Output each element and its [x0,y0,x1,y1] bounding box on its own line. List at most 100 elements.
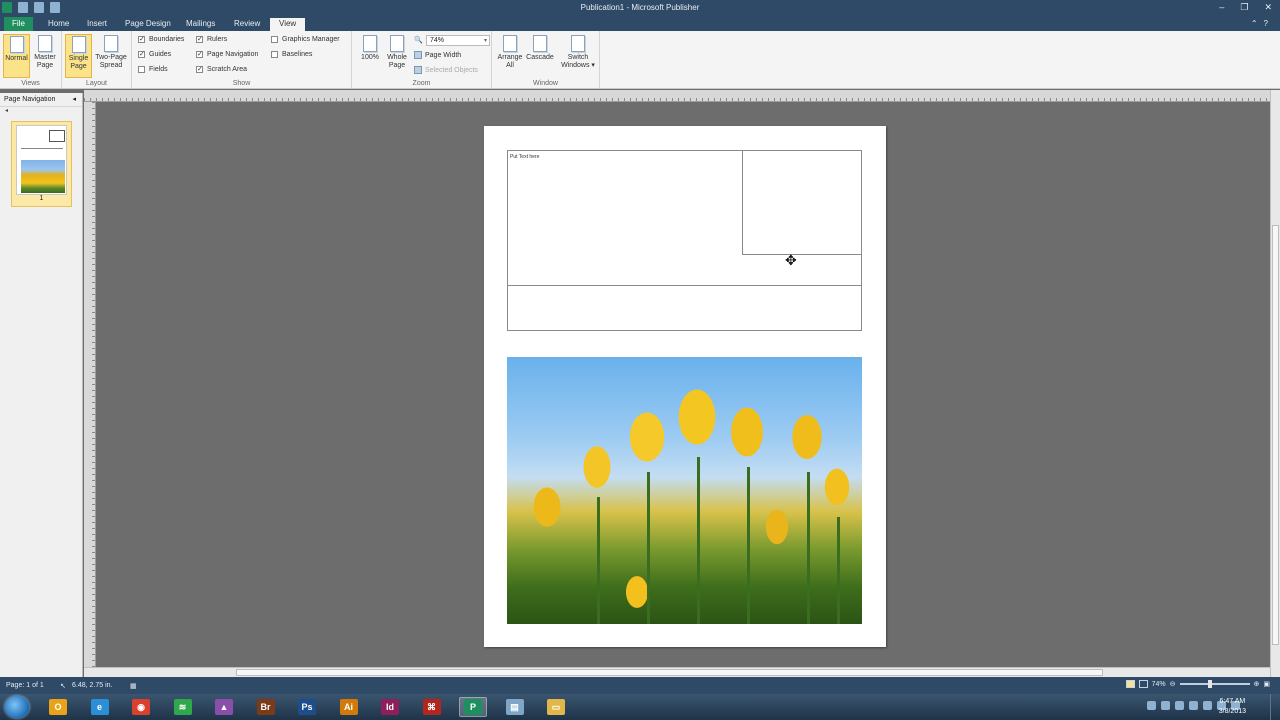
two-page-spread-button[interactable]: Two-Page Spread [93,34,129,70]
taskbar-app-photoshop[interactable]: Ps [293,697,321,717]
publication-page[interactable]: Put Text here [484,126,886,647]
whole-page-button[interactable]: Whole Page [383,34,411,70]
middle-text-box[interactable] [507,285,862,331]
single-page-icon [71,36,86,53]
taskbar-app-illustrator[interactable]: Ai [335,697,363,717]
taskbar-app-acrobat[interactable]: ⌘ [418,697,446,717]
restore-button[interactable]: ❐ [1240,2,1248,13]
spotify-icon: ≋ [173,699,192,715]
move-cursor-icon: ✥ [785,252,797,268]
taskbar: Oe ◉ ≋ ▲ Br Ps Ai Id ⌘ P ▤ ▭ 6:47 AM 3/8/2013 [0,694,1280,720]
switch-windows-button[interactable]: Switch Windows ▾ [560,34,596,70]
page-navigation-checkbox[interactable]: ✓ Page Navigation [196,51,258,58]
notepad-icon: ▤ [505,699,524,715]
tulip-photo[interactable] [507,357,862,624]
single-page-button[interactable]: Single Page [65,34,92,78]
tab-view[interactable]: View [270,18,306,31]
tray-icon[interactable] [1203,701,1212,710]
taskbar-app-bridge[interactable]: Br [252,697,280,717]
ribbon: Normal Master Page Views Single Page Two… [0,31,1280,89]
tab-insert[interactable]: Insert [81,18,113,31]
normal-view-button[interactable]: Normal [3,34,30,78]
page-status[interactable]: Page: 1 of 1 [6,682,44,689]
zoom-out-icon[interactable]: ⊖ [1170,680,1176,688]
close-button[interactable]: ✕ [1264,2,1272,13]
zoom-in-icon[interactable]: ⊕ [1254,680,1260,688]
zoom-100-button[interactable]: 100% [356,34,384,62]
photos-icon: ▲ [215,699,233,715]
graphics-manager-checkbox[interactable]: Graphics Manager [271,36,340,43]
tray-icon[interactable] [1147,701,1156,710]
fields-checkbox[interactable]: Fields [138,66,168,73]
taskbar-app-notepad[interactable]: ▤ [501,697,529,717]
clock[interactable]: 6:47 AM 3/8/2013 [1219,697,1246,717]
start-button[interactable] [5,696,29,718]
tulip-thumbnail-image [21,160,65,193]
selected-objects-icon [414,66,422,74]
two-page-view-icon[interactable] [1138,680,1148,688]
taskbar-app-internet-explorer[interactable]: e [86,697,114,717]
expand-pages-icon[interactable]: ◂ [0,107,82,117]
tab-page-design[interactable]: Page Design [119,18,177,31]
collapse-pane-icon[interactable]: ◂ [72,93,76,107]
two-page-spread-icon [104,35,118,52]
taskbar-app-publisher[interactable]: P [459,697,487,717]
tab-review[interactable]: Review [228,18,266,31]
zoom-slider[interactable] [1179,680,1250,688]
group-views: Normal Master Page Views [0,31,62,88]
single-page-view-icon[interactable] [1125,680,1135,688]
vertical-scroll-thumb[interactable] [1272,225,1279,645]
taskbar-app-indesign[interactable]: Id [376,697,404,717]
chrome-icon: ◉ [132,699,150,715]
minimize-button[interactable]: – [1219,2,1224,13]
chevron-down-icon: ▾ [483,38,487,44]
guides-checkbox[interactable]: ✓ Guides [138,51,171,58]
zoom-select[interactable]: 74% ▾ [426,35,490,46]
window-title: Publication1 - Microsoft Publisher [580,3,700,12]
indesign-icon: Id [381,699,399,715]
tab-mailings[interactable]: Mailings [180,18,221,31]
taskbar-app-outlook[interactable]: O [44,697,72,717]
switch-windows-icon [571,35,585,52]
fit-page-icon[interactable]: ▣ [1263,680,1270,688]
whole-page-icon [390,35,404,52]
group-zoom: 100% Whole Page 🔍 74% ▾ Page Width Select… [352,31,492,88]
taskbar-app-explorer[interactable]: ▭ [542,697,570,717]
scratch-area-checkbox[interactable]: ✓ Scratch Area [196,66,247,73]
tab-file[interactable]: File [4,17,33,31]
master-page-button[interactable]: Master Page [31,34,59,70]
vertical-ruler[interactable] [84,102,96,667]
horizontal-ruler[interactable] [84,90,1270,102]
taskbar-app-spotify[interactable]: ≋ [169,697,197,717]
page-thumbnail[interactable]: 1 [11,121,72,207]
horizontal-scroll-thumb[interactable] [236,669,1103,676]
page-width-button[interactable]: Page Width [414,51,461,59]
tab-home[interactable]: Home [42,18,75,31]
boundaries-checkbox[interactable]: ✓ Boundaries [138,36,184,43]
explorer-icon: ▭ [547,699,565,715]
zoom-percentage[interactable]: 74% [1152,681,1166,688]
zoom-control: 74% ⊖ ⊕ ▣ [1125,680,1270,688]
rulers-checkbox[interactable]: ✓ Rulers [196,36,227,43]
illustrator-icon: Ai [339,699,358,715]
horizontal-scrollbar[interactable] [84,667,1270,677]
show-desktop-button[interactable] [1270,694,1280,720]
cascade-button[interactable]: Cascade [526,34,554,62]
shape-box[interactable] [742,150,862,255]
outlook-icon: O [49,699,67,715]
taskbar-app-chrome[interactable]: ◉ [127,697,155,717]
baselines-checkbox[interactable]: Baselines [271,51,312,58]
help-icon[interactable]: ? [1264,19,1268,28]
publisher-icon: P [464,699,482,715]
text-box-content[interactable]: Put Text here [510,154,539,160]
page-width-icon [414,51,422,59]
tray-icon[interactable] [1189,701,1198,710]
tray-icon[interactable] [1175,701,1184,710]
tray-icon[interactable] [1161,701,1170,710]
selected-objects-button[interactable]: Selected Objects [414,66,478,74]
arrange-all-button[interactable]: Arrange All [496,34,524,70]
taskbar-app-photos[interactable]: ▲ [210,697,238,717]
vertical-scrollbar[interactable] [1270,90,1280,677]
bridge-icon: Br [256,699,275,715]
minimize-ribbon-icon[interactable]: ⌃ [1251,19,1258,28]
